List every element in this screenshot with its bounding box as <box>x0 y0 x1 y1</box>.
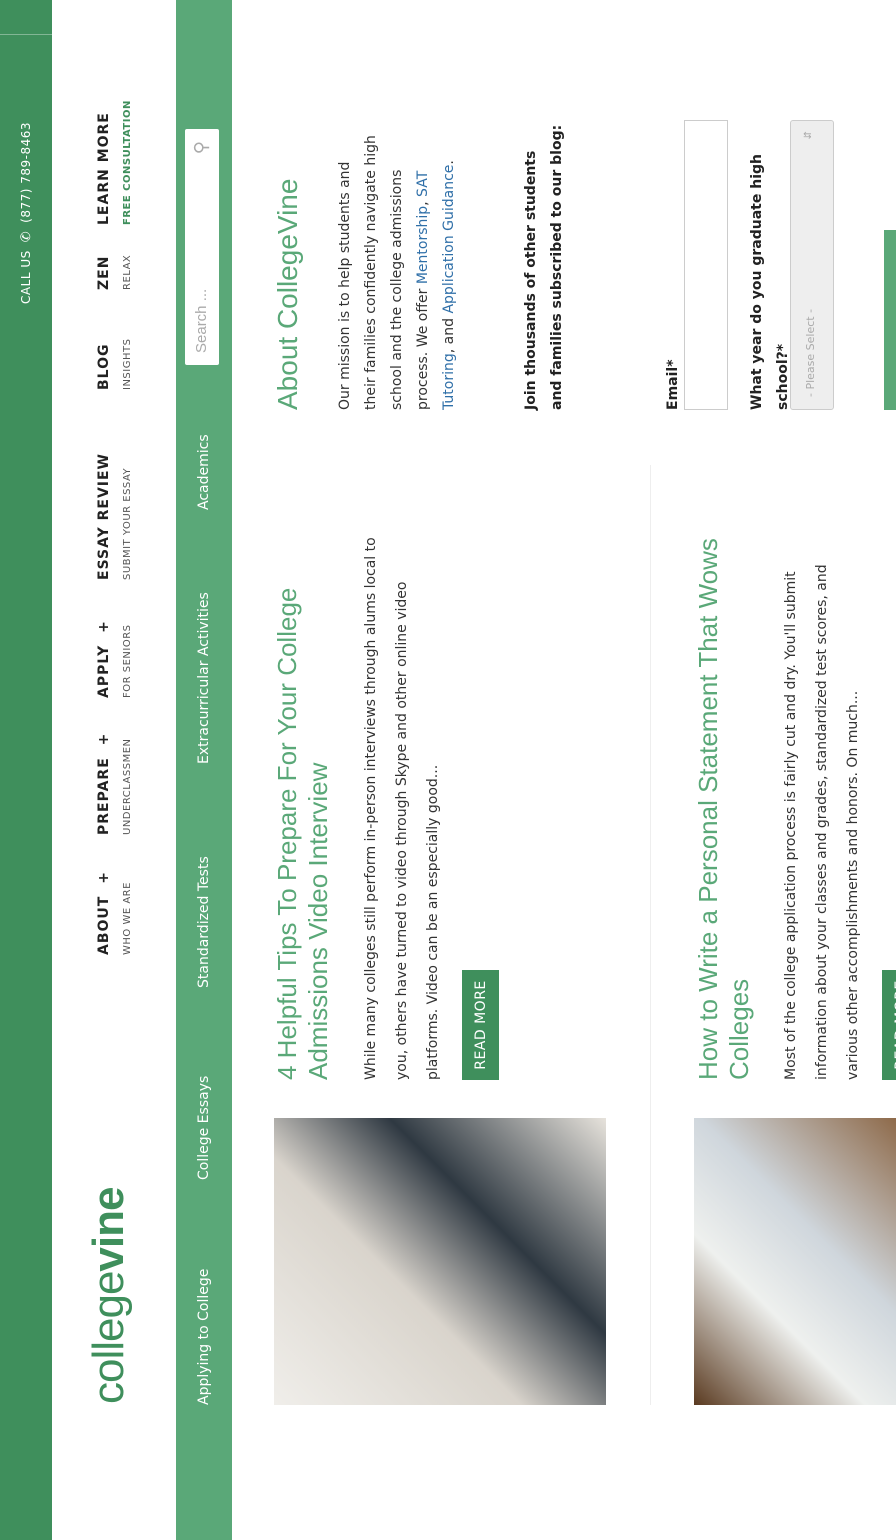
nav-essay-review[interactable]: ESSAY REVIEW SUBMIT YOUR ESSAY <box>96 453 156 580</box>
sidebar-heading: About CollegeVine <box>272 178 303 410</box>
category-academics[interactable]: Academics <box>176 434 232 510</box>
graduation-year-select[interactable]: - Please Select - ⇵ <box>790 120 834 410</box>
post-divider <box>650 465 651 1405</box>
plus-icon: + <box>96 871 112 884</box>
email-label: Email* <box>665 359 681 410</box>
graduation-year-label: What year do you graduate high school?* <box>749 154 791 410</box>
nav-about-sub: WHO WE ARE <box>122 882 133 955</box>
nav-learn-more-sub: FREE CONSULTATION <box>122 100 133 225</box>
post-title[interactable]: How to Write a Personal Statement That W… <box>693 520 755 1080</box>
category-extracurricular-activities[interactable]: Extracurricular Activities <box>176 592 232 764</box>
nav-prepare[interactable]: PREPARE + UNDERCLASSMEN <box>96 733 156 835</box>
search-box[interactable]: Search ... ⚲ <box>185 129 219 365</box>
read-more-button[interactable]: READ MORE <box>882 970 896 1080</box>
link-application-guidance[interactable]: Application Guidance <box>441 165 457 314</box>
plus-icon: + <box>96 620 112 633</box>
page-rotated-viewport: CALL US ✆ (877) 789-8463 collegevine ABO… <box>0 0 896 1540</box>
nav-blog-title: BLOG <box>96 343 112 391</box>
top-bar: CALL US ✆ (877) 789-8463 <box>0 0 52 1540</box>
read-more-button[interactable]: READ MORE <box>462 970 499 1080</box>
nav-blog[interactable]: BLOG INSIGHTS <box>96 339 156 390</box>
nav-apply-title: APPLY <box>96 644 112 698</box>
category-college-essays[interactable]: College Essays <box>176 1076 232 1180</box>
select-placeholder: - Please Select - <box>804 308 817 397</box>
nav-prepare-title: PREPARE <box>96 757 112 835</box>
nav-blog-sub: INSIGHTS <box>122 338 133 390</box>
nav-essay-review-title: ESSAY REVIEW <box>96 452 112 580</box>
post-title[interactable]: 4 Helpful Tips To Prepare For Your Colle… <box>272 480 334 1080</box>
call-us[interactable]: CALL US ✆ (877) 789-8463 <box>0 122 52 304</box>
phone-icon: ✆ <box>18 230 34 243</box>
link-mentorship[interactable]: Mentorship <box>415 206 431 284</box>
post-image-personal-statement[interactable] <box>694 1118 896 1405</box>
nav-apply-sub: FOR SENIORS <box>122 624 133 698</box>
logo-part-vine: vine <box>84 1187 133 1272</box>
post-excerpt: Most of the college application process … <box>783 564 861 1080</box>
nav-about[interactable]: ABOUT + WHO WE ARE <box>96 871 156 955</box>
subscribe-button[interactable] <box>884 230 896 410</box>
nav-zen-sub: RELAX <box>122 254 133 290</box>
nav-essay-review-sub: SUBMIT YOUR ESSAY <box>122 467 133 580</box>
nav-apply[interactable]: APPLY + FOR SENIORS <box>96 620 156 698</box>
topbar-divider <box>0 34 52 35</box>
nav-learn-more-title: LEARN MORE <box>96 112 112 225</box>
collegevine-logo[interactable]: collegevine <box>84 1188 134 1404</box>
phone-number[interactable]: (877) 789-8463 <box>19 122 33 223</box>
nav-learn-more[interactable]: LEARN MORE FREE CONSULTATION <box>96 100 156 225</box>
plus-icon: + <box>96 732 112 746</box>
email-field[interactable] <box>684 120 728 410</box>
call-label: CALL US <box>19 250 33 304</box>
category-standardized-tests[interactable]: Standardized Tests <box>176 856 232 988</box>
select-arrows-icon: ⇵ <box>803 131 814 140</box>
period: . <box>441 160 457 165</box>
category-applying-to-college[interactable]: Applying to College <box>176 1269 232 1405</box>
post-image-video-interview[interactable] <box>274 1118 606 1405</box>
nav-zen-title: ZEN <box>96 255 112 290</box>
logo-part-college: college <box>84 1271 133 1404</box>
nav-prepare-sub: UNDERCLASSMEN <box>122 738 133 835</box>
search-input[interactable]: Search ... <box>193 289 210 353</box>
connector-and: , and <box>441 317 457 354</box>
page: CALL US ✆ (877) 789-8463 collegevine ABO… <box>0 0 896 1540</box>
post-excerpt: While many colleges still perform in-per… <box>363 537 441 1080</box>
join-text: Join thousands of other students and fam… <box>523 124 565 410</box>
nav-zen[interactable]: ZEN RELAX <box>96 255 156 290</box>
sidebar-mission: Our mission is to help students and thei… <box>332 125 462 410</box>
nav-about-title: ABOUT <box>96 895 112 955</box>
connector-comma: , <box>415 201 431 206</box>
search-icon[interactable]: ⚲ <box>191 141 212 154</box>
